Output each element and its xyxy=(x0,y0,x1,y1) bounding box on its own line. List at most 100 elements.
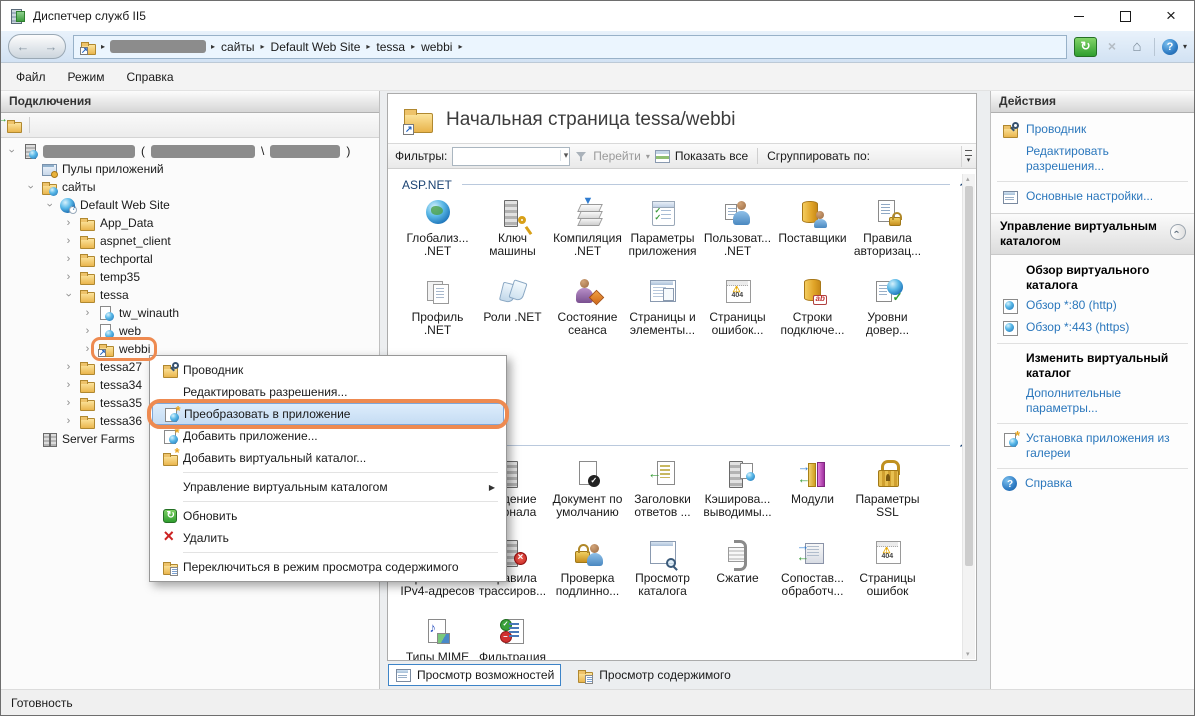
feature-item[interactable]: Страницыошибок... xyxy=(700,274,775,353)
context-menu-item[interactable]: Обновить xyxy=(152,505,504,527)
action-link[interactable]: Проводник xyxy=(995,119,1190,141)
feature-item[interactable]: Страницы иэлементы... xyxy=(625,274,700,353)
expander-icon[interactable]: › xyxy=(25,181,37,194)
breadcrumb[interactable]: ▸▸сайты▸Default Web Site▸tessa▸webbi▸ xyxy=(73,35,1067,59)
refresh-icon[interactable] xyxy=(1074,37,1097,57)
expander-icon[interactable]: › xyxy=(63,289,75,302)
context-menu-item[interactable]: Проводник xyxy=(152,359,504,381)
home-icon[interactable] xyxy=(1127,37,1147,57)
feature-item[interactable]: Компиляция.NET xyxy=(550,195,625,274)
tab-features-view[interactable]: Просмотр возможностей xyxy=(388,664,561,686)
tree-item[interactable]: ›App_Data xyxy=(1,214,379,232)
action-link[interactable]: Справка xyxy=(995,473,1190,494)
feature-item[interactable]: Глобализ....NET xyxy=(400,195,475,274)
feature-item[interactable]: Состояниесеанса xyxy=(550,274,625,353)
menu-item[interactable]: Файл xyxy=(5,66,57,88)
actions-section-header[interactable]: Управление виртуальным каталогом xyxy=(991,213,1194,255)
context-menu-item[interactable]: Удалить xyxy=(152,527,504,549)
feature-icon-wrap xyxy=(700,535,775,572)
create-connection-icon[interactable] xyxy=(6,117,22,133)
expander-icon[interactable]: › xyxy=(62,379,75,391)
minimize-button[interactable] xyxy=(1056,1,1102,31)
expander-icon[interactable]: › xyxy=(62,361,75,373)
feature-item[interactable]: Роли .NET xyxy=(475,274,550,353)
vertical-scrollbar[interactable] xyxy=(962,174,975,659)
show-all-button[interactable]: Показать все xyxy=(675,149,748,163)
action-link[interactable]: Обзор *:80 (http) xyxy=(995,295,1190,317)
tree-item[interactable]: ›сайты xyxy=(1,178,379,196)
tree-item[interactable]: ›tw_winauth xyxy=(1,304,379,322)
feature-item[interactable]: Страницыошибок xyxy=(850,535,925,614)
expander-icon[interactable]: › xyxy=(81,343,94,355)
tree-item[interactable]: ›techportal xyxy=(1,250,379,268)
feature-item[interactable]: Правилаавторизац... xyxy=(850,195,925,274)
expander-icon[interactable]: › xyxy=(62,397,75,409)
tab-content-view[interactable]: Просмотр содержимого xyxy=(571,665,736,685)
feature-item[interactable]: Заголовкиответов ... xyxy=(625,456,700,535)
feature-item[interactable]: Документ поумолчанию xyxy=(550,456,625,535)
expander-icon[interactable]: › xyxy=(81,325,94,337)
context-menu-item[interactable]: Переключиться в режим просмотра содержим… xyxy=(152,556,504,578)
expander-icon[interactable]: › xyxy=(62,271,75,283)
context-menu-item[interactable]: Добавить виртуальный каталог... xyxy=(152,447,504,469)
help-dropdown-icon[interactable]: ▾ xyxy=(1183,42,1187,51)
feature-item[interactable]: Профиль.NET xyxy=(400,274,475,353)
maximize-button[interactable] xyxy=(1102,1,1148,31)
tree-item[interactable]: ›tessa xyxy=(1,286,379,304)
expander-icon[interactable]: › xyxy=(81,307,94,319)
feature-item[interactable]: Модули xyxy=(775,456,850,535)
feature-item[interactable]: Уровнидовер... xyxy=(850,274,925,353)
tree-item[interactable]: ›Default Web Site xyxy=(1,196,379,214)
context-menu-item[interactable]: Управление виртуальным каталогом▶ xyxy=(152,476,504,498)
menu-item[interactable]: Режим xyxy=(57,66,116,88)
feature-item[interactable]: Ключмашины xyxy=(475,195,550,274)
breadcrumb-item[interactable]: tessa xyxy=(375,40,406,54)
tree-item[interactable]: › ( \ ) xyxy=(1,142,379,160)
feature-item[interactable]: Просмотркаталога xyxy=(625,535,700,614)
menu-item[interactable]: Справка xyxy=(116,66,185,88)
feature-item[interactable]: Кэширова...выводимы... xyxy=(700,456,775,535)
expander-icon[interactable]: › xyxy=(62,253,75,265)
expander-icon[interactable]: › xyxy=(62,415,75,427)
breadcrumb-item[interactable]: сайты xyxy=(220,40,256,54)
feature-item[interactable]: Типы MIME xyxy=(400,614,475,660)
feature-item[interactable]: ПараметрыSSL xyxy=(850,456,925,535)
breadcrumb-item[interactable]: webbi xyxy=(420,40,453,54)
tree-item[interactable]: ›temp35 xyxy=(1,268,379,286)
feature-item[interactable]: Строкиподключе... xyxy=(775,274,850,353)
feature-item[interactable]: Фильтрациязапросов xyxy=(475,614,550,660)
feature-item[interactable]: Поставщики xyxy=(775,195,850,274)
feature-item[interactable]: Проверкаподлинно... xyxy=(550,535,625,614)
tree-item[interactable]: ›web xyxy=(1,322,379,340)
feature-icon-wrap xyxy=(775,195,850,232)
close-button[interactable] xyxy=(1148,1,1194,31)
back-forward-buttons[interactable] xyxy=(8,34,66,59)
breadcrumb-separator-icon: ▸ xyxy=(411,42,415,51)
toolbar-overflow-button[interactable] xyxy=(961,146,975,167)
action-link[interactable]: Редактировать разрешения... xyxy=(995,141,1190,177)
action-link[interactable]: Установка приложения из галереи xyxy=(995,428,1190,464)
breadcrumb-item[interactable]: Default Web Site xyxy=(270,40,362,54)
go-button[interactable]: Перейти xyxy=(593,149,641,163)
tree-item[interactable]: ›aspnet_client xyxy=(1,232,379,250)
help-icon[interactable] xyxy=(1162,39,1178,55)
go-dropdown-icon[interactable]: ▾ xyxy=(646,152,650,161)
feature-item[interactable]: Сопостав...обработч... xyxy=(775,535,850,614)
context-menu-item[interactable]: Добавить приложение... xyxy=(152,425,504,447)
feature-item[interactable]: Пользоват....NET xyxy=(700,195,775,274)
scrollbar-thumb[interactable] xyxy=(965,186,973,566)
feature-item[interactable]: Сжатие xyxy=(700,535,775,614)
tree-item[interactable]: Пулы приложений xyxy=(1,160,379,178)
filter-input[interactable] xyxy=(452,147,570,166)
action-link[interactable]: Основные настройки... xyxy=(995,186,1190,208)
expander-icon[interactable]: › xyxy=(62,235,75,247)
expander-icon[interactable]: › xyxy=(44,199,56,212)
action-link-label: Основные настройки... xyxy=(1026,189,1153,204)
feature-item[interactable]: Параметрыприложения xyxy=(625,195,700,274)
action-link[interactable]: Дополнительные параметры... xyxy=(995,383,1190,419)
expander-icon[interactable]: › xyxy=(6,145,18,158)
action-link[interactable]: Обзор *:443 (https) xyxy=(995,317,1190,339)
context-menu-item[interactable]: Преобразовать в приложение xyxy=(152,403,504,425)
context-menu-item[interactable]: Редактировать разрешения... xyxy=(152,381,504,403)
expander-icon[interactable]: › xyxy=(62,217,75,229)
